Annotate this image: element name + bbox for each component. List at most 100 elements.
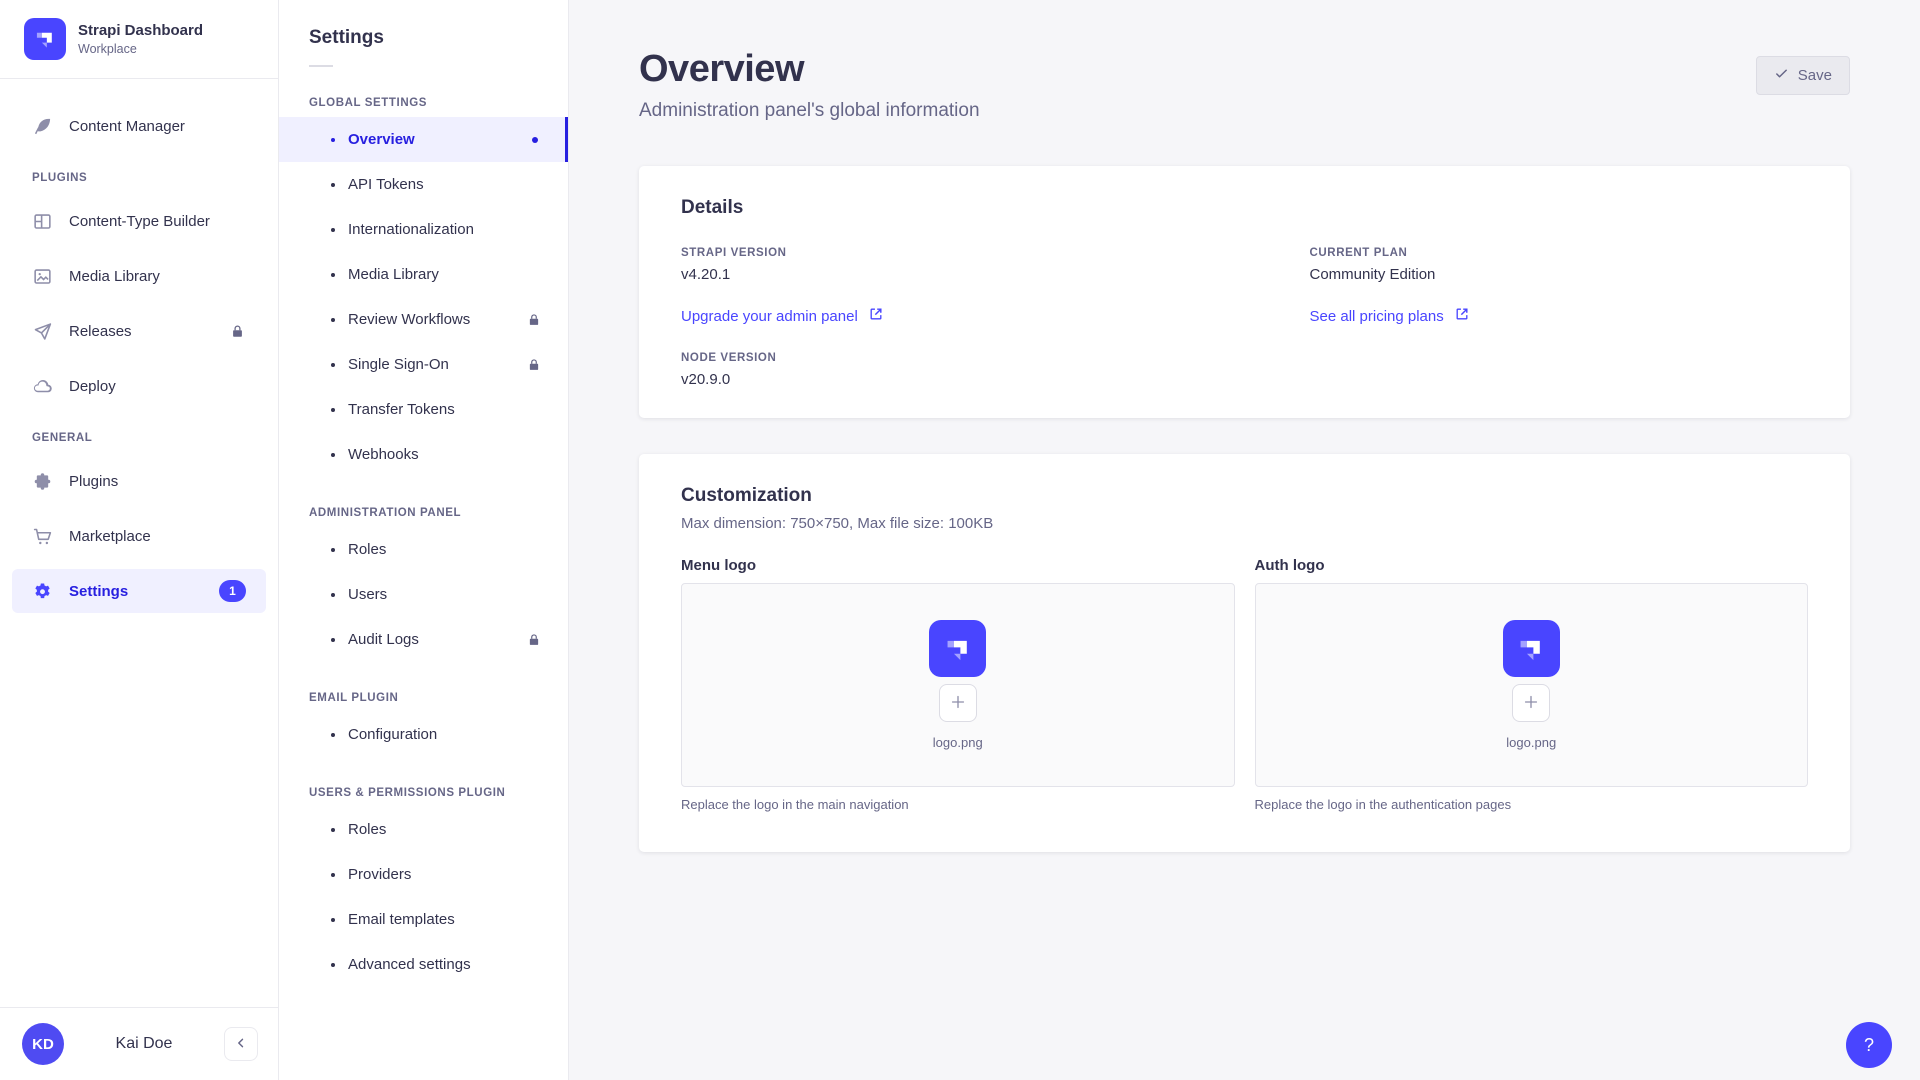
subnav-item-label: Overview xyxy=(348,131,415,148)
subnav-item-roles-2[interactable]: Roles xyxy=(279,807,568,852)
sidebar-item-label: Media Library xyxy=(69,268,160,285)
subnav-item-users[interactable]: Users xyxy=(279,572,568,617)
upgrade-admin-panel-link[interactable]: Upgrade your admin panel xyxy=(681,306,884,326)
subnav-item-overview[interactable]: Overview xyxy=(279,117,568,162)
subnav-section-global-settings: GLOBAL SETTINGS xyxy=(309,97,538,109)
save-button[interactable]: Save xyxy=(1756,56,1850,95)
sidebar-item-label: Plugins xyxy=(69,473,118,490)
subnav-item-label: Roles xyxy=(348,541,386,558)
subnav-section-administration-panel: ADMINISTRATION PANEL xyxy=(309,507,538,519)
help-button[interactable]: ? xyxy=(1846,1022,1892,1068)
subnav-item-label: Roles xyxy=(348,821,386,838)
subnav-title: Settings xyxy=(309,27,538,49)
subnav-section-users-permissions-plugin: USERS & PERMISSIONS PLUGIN xyxy=(309,787,538,799)
upload-cell-auth-logo: Auth logo logo.png Replace the logo in the… xyxy=(1255,557,1809,812)
subnav-divider xyxy=(309,65,333,67)
subnav-item-webhooks[interactable]: Webhooks xyxy=(279,432,568,477)
subnav-item-email-templates[interactable]: Email templates xyxy=(279,897,568,942)
sidebar-item-label: Content Manager xyxy=(69,118,185,135)
sidebar-item-media-library[interactable]: Media Library xyxy=(12,254,266,298)
subnav-item-single-sign-on[interactable]: Single Sign-On xyxy=(279,342,568,387)
gear-icon xyxy=(32,581,53,602)
subnav-item-api-tokens[interactable]: API Tokens xyxy=(279,162,568,207)
bullet-icon xyxy=(331,828,335,832)
subnav-item-label: Webhooks xyxy=(348,446,419,463)
bullet-icon xyxy=(331,963,335,967)
sidebar-item-content-manager[interactable]: Content Manager xyxy=(12,104,266,148)
details-card-title: Details xyxy=(681,197,1808,219)
strapi-version-value: v4.20.1 xyxy=(681,266,1180,283)
strapi-version-label: STRAPI VERSION xyxy=(681,247,1180,259)
user-name[interactable]: Kai Doe xyxy=(64,1035,224,1053)
subnav-item-label: Internationalization xyxy=(348,221,474,238)
upload-caption: Replace the logo in the authentication p… xyxy=(1255,797,1809,812)
sidebar-nav: Content Manager PLUGINS Content-Type Build… xyxy=(0,79,278,1007)
sidebar-footer: KD Kai Doe xyxy=(0,1007,278,1080)
sidebar-item-label: Marketplace xyxy=(69,528,151,545)
image-icon xyxy=(32,266,53,287)
sidebar-item-label: Settings xyxy=(69,583,128,600)
subnav-item-label: Audit Logs xyxy=(348,631,419,648)
avatar[interactable]: KD xyxy=(22,1023,64,1065)
strapi-logo-icon xyxy=(929,620,986,677)
subnav-item-label: Review Workflows xyxy=(348,311,470,328)
node-version-label: NODE VERSION xyxy=(681,352,1180,364)
sidebar-item-label: Deploy xyxy=(69,378,116,395)
upload-dropzone-menu-logo[interactable]: logo.png xyxy=(681,583,1235,787)
add-logo-button[interactable] xyxy=(1512,684,1550,722)
subnav-item-label: Media Library xyxy=(348,266,439,283)
details-card: Details STRAPI VERSION v4.20.1 Upgrade y… xyxy=(639,166,1850,418)
workspace-title: Strapi Dashboard xyxy=(78,22,203,39)
page-subtitle: Administration panel's global informatio… xyxy=(639,100,980,122)
sidebar-item-releases[interactable]: Releases xyxy=(12,309,266,353)
subnav-section-email-plugin: EMAIL PLUGIN xyxy=(309,692,538,704)
subnav-item-review-workflows[interactable]: Review Workflows xyxy=(279,297,568,342)
bullet-icon xyxy=(331,638,335,642)
sidebar-item-settings[interactable]: Settings 1 xyxy=(12,569,266,613)
external-link-icon xyxy=(868,306,884,326)
collapse-sidebar-button[interactable] xyxy=(224,1027,258,1061)
bullet-icon xyxy=(331,918,335,922)
subnav-item-advanced-settings[interactable]: Advanced settings xyxy=(279,942,568,987)
subnav-item-audit-logs[interactable]: Audit Logs xyxy=(279,617,568,662)
customization-card-title: Customization xyxy=(681,485,1808,507)
bullet-icon xyxy=(331,183,335,187)
upload-filename: logo.png xyxy=(1506,735,1556,750)
layout-icon xyxy=(32,211,53,232)
cloud-icon xyxy=(32,376,53,397)
sidebar-item-content-type-builder[interactable]: Content-Type Builder xyxy=(12,199,266,243)
subnav-item-label: Single Sign-On xyxy=(348,356,449,373)
subnav-item-label: Advanced settings xyxy=(348,956,471,973)
puzzle-icon xyxy=(32,471,53,492)
sidebar-item-plugins[interactable]: Plugins xyxy=(12,459,266,503)
subnav-item-roles[interactable]: Roles xyxy=(279,527,568,572)
subnav-item-transfer-tokens[interactable]: Transfer Tokens xyxy=(279,387,568,432)
sidebar-section-plugins: PLUGINS xyxy=(12,172,266,184)
subnav-item-label: Transfer Tokens xyxy=(348,401,455,418)
subnav-item-configuration[interactable]: Configuration xyxy=(279,712,568,757)
current-plan-label: CURRENT PLAN xyxy=(1310,247,1809,259)
notification-dot-icon xyxy=(532,137,538,143)
bullet-icon xyxy=(331,318,335,322)
settings-badge: 1 xyxy=(219,580,246,602)
pricing-plans-link[interactable]: See all pricing plans xyxy=(1310,306,1470,326)
page-title: Overview xyxy=(639,48,980,91)
sidebar-item-marketplace[interactable]: Marketplace xyxy=(12,514,266,558)
plus-icon xyxy=(1521,692,1541,715)
lock-icon xyxy=(526,357,542,373)
current-plan-value: Community Edition xyxy=(1310,266,1809,283)
upload-cell-menu-logo: Menu logologo.pngReplace the logo in the… xyxy=(681,557,1235,812)
bullet-icon xyxy=(331,273,335,277)
upload-filename: logo.png xyxy=(933,735,983,750)
upload-dropzone-auth-logo[interactable]: logo.png xyxy=(1255,583,1809,787)
upload-label: Auth logo xyxy=(1255,557,1809,574)
subnav-item-providers[interactable]: Providers xyxy=(279,852,568,897)
pricing-link-label: See all pricing plans xyxy=(1310,308,1444,325)
subnav-item-internationalization[interactable]: Internationalization xyxy=(279,207,568,252)
add-logo-button[interactable] xyxy=(939,684,977,722)
workspace-brand: Strapi Dashboard Workplace xyxy=(0,0,278,79)
node-version-field: NODE VERSION v20.9.0 xyxy=(681,352,1180,388)
workspace-subtitle: Workplace xyxy=(78,42,203,56)
sidebar-item-deploy[interactable]: Deploy xyxy=(12,364,266,408)
subnav-item-media-library[interactable]: Media Library xyxy=(279,252,568,297)
